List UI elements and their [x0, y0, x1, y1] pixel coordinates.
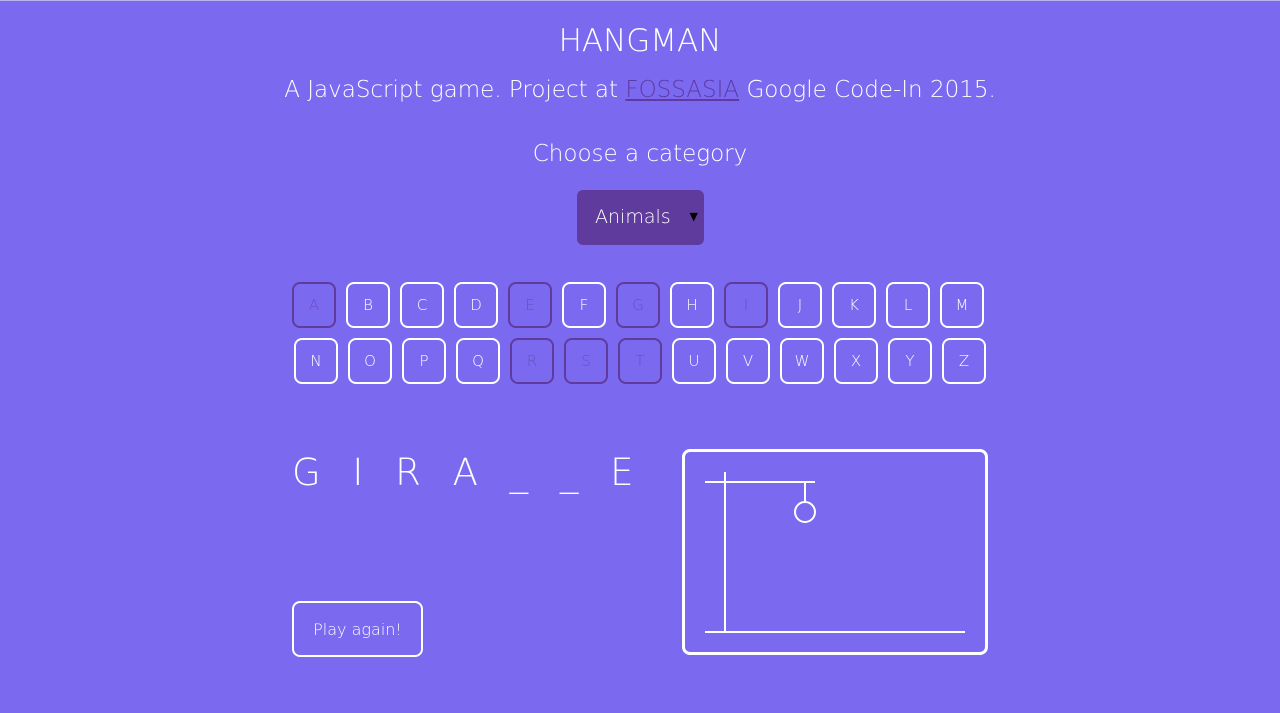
letter-key-e[interactable]: E — [508, 282, 552, 328]
letter-key-k[interactable]: K — [832, 282, 876, 328]
hangman-head — [794, 501, 816, 523]
letter-key-f[interactable]: F — [562, 282, 606, 328]
letter-key-s[interactable]: S — [564, 338, 608, 384]
letter-key-a[interactable]: A — [292, 282, 336, 328]
gallows-drawing — [705, 472, 965, 633]
letter-key-x[interactable]: X — [834, 338, 878, 384]
letter-key-p[interactable]: P — [402, 338, 446, 384]
keyboard-row-1: ABCDEFGHIJKLM — [292, 282, 984, 328]
letter-key-l[interactable]: L — [886, 282, 930, 328]
letter-key-h[interactable]: H — [670, 282, 714, 328]
letter-key-n[interactable]: N — [294, 338, 338, 384]
subtitle-text-after: Google Code-In 2015. — [739, 77, 996, 103]
letter-key-v[interactable]: V — [726, 338, 770, 384]
letter-key-g[interactable]: G — [616, 282, 660, 328]
letter-key-b[interactable]: B — [346, 282, 390, 328]
letter-key-d[interactable]: D — [454, 282, 498, 328]
category-select[interactable]: Animals ▼ — [577, 190, 704, 245]
keyboard-row-2: NOPQRSTUVWXYZ — [294, 338, 986, 384]
subtitle-text-before: A JavaScript game. Project at — [284, 77, 626, 103]
letter-key-u[interactable]: U — [672, 338, 716, 384]
category-prompt: Choose a category — [532, 141, 748, 167]
letter-key-r[interactable]: R — [510, 338, 554, 384]
letter-key-t[interactable]: T — [618, 338, 662, 384]
letter-key-c[interactable]: C — [400, 282, 444, 328]
letter-key-m[interactable]: M — [940, 282, 984, 328]
letter-key-o[interactable]: O — [348, 338, 392, 384]
letter-key-y[interactable]: Y — [888, 338, 932, 384]
letter-key-j[interactable]: J — [778, 282, 822, 328]
letter-key-w[interactable]: W — [780, 338, 824, 384]
letter-key-z[interactable]: Z — [942, 338, 986, 384]
fossasia-link[interactable]: FOSSASIA — [625, 77, 739, 103]
category-select-value: Animals — [595, 206, 671, 228]
word-display: G I R A _ _ E — [292, 451, 644, 494]
page-title: HANGMAN — [558, 23, 722, 59]
letter-key-q[interactable]: Q — [456, 338, 500, 384]
hangman-canvas — [682, 449, 988, 655]
letter-key-i[interactable]: I — [724, 282, 768, 328]
play-again-button[interactable]: Play again! — [292, 601, 423, 657]
chevron-down-icon: ▼ — [689, 210, 698, 223]
page-subtitle: A JavaScript game. Project at FOSSASIA G… — [0, 77, 1280, 103]
